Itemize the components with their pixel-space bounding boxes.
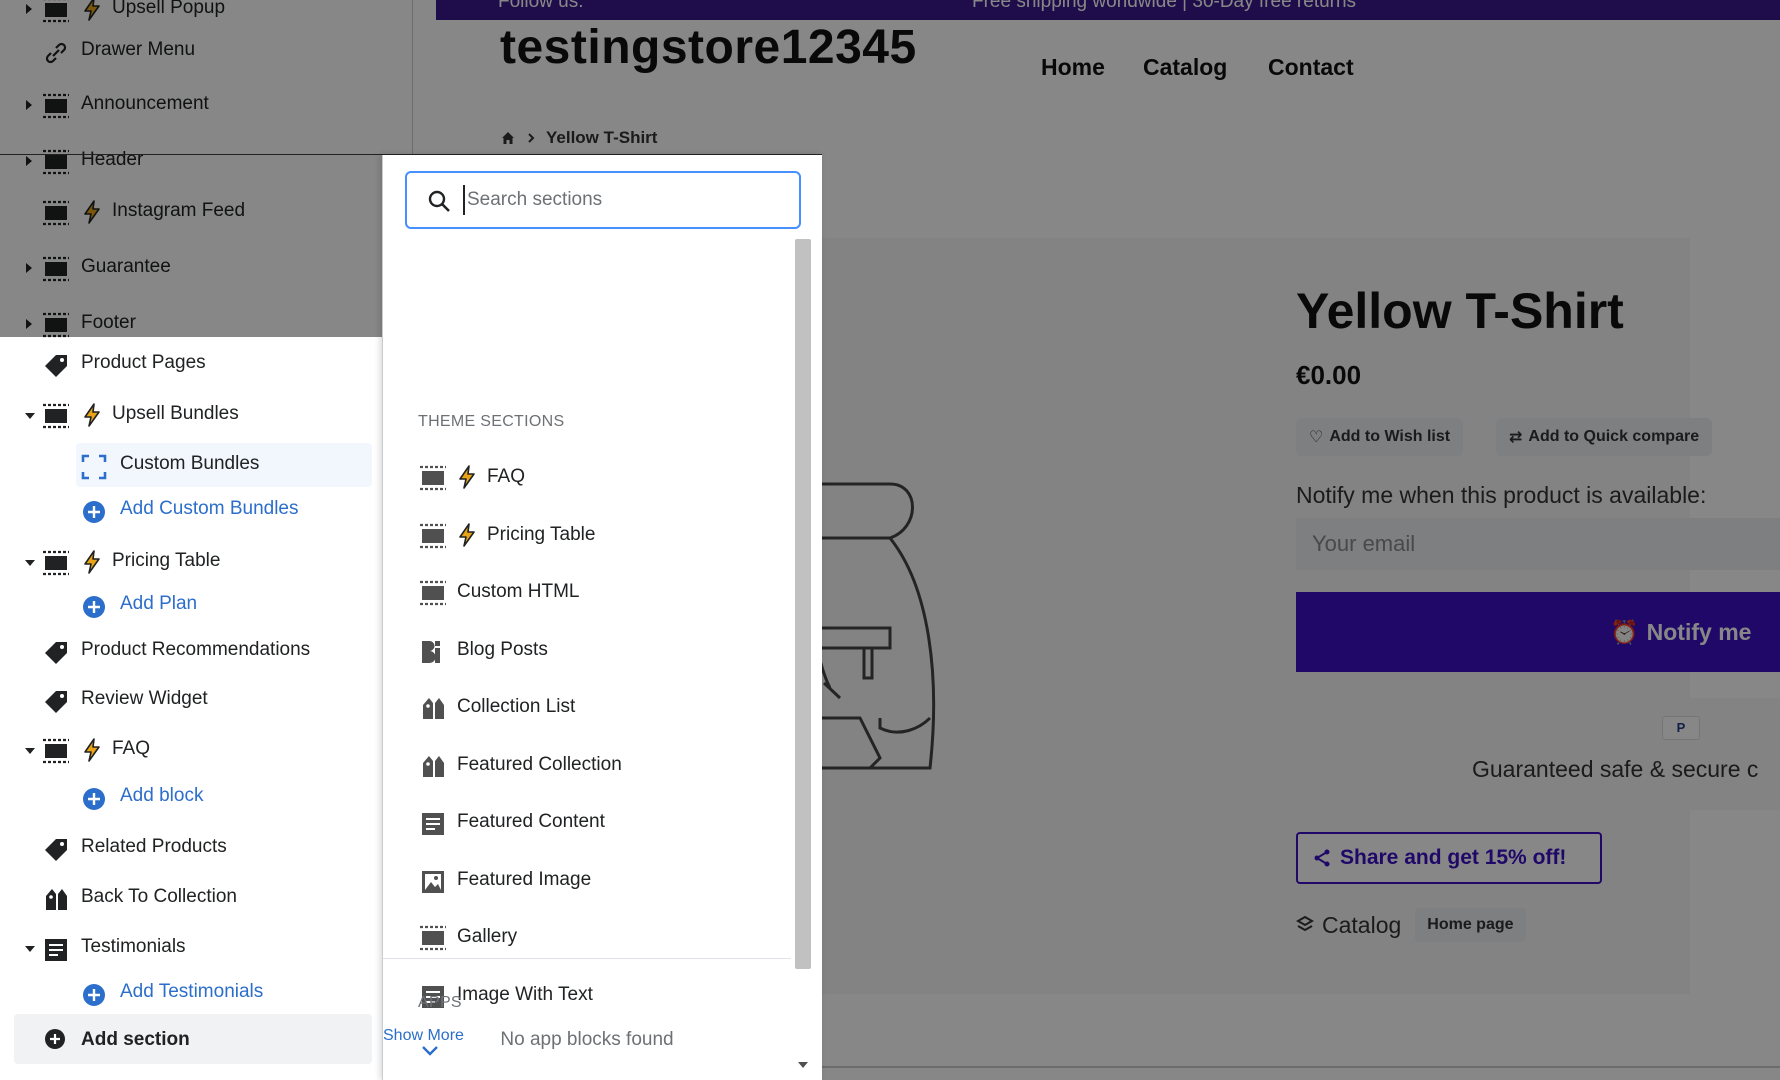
section-list: THEME SECTIONS FAQ Pricing Table Custom HT… — [383, 239, 791, 1080]
modal-backdrop[interactable] — [822, 0, 1780, 1080]
tree-item-label: Product Recommendations — [81, 639, 311, 660]
tree-item[interactable]: Custom Bundles — [0, 440, 380, 490]
section-option[interactable]: Gallery — [383, 912, 791, 962]
tree-item[interactable]: Review Widget — [0, 675, 380, 725]
collection-icon — [42, 886, 70, 910]
collection-icon — [419, 695, 445, 721]
section-icon — [419, 925, 446, 951]
tree-item-label: Testimonials — [81, 936, 186, 957]
caret-down-icon[interactable] — [24, 408, 35, 422]
tree-item[interactable]: Product Recommendations — [0, 626, 380, 676]
text-icon — [419, 810, 445, 836]
add-circle-icon — [80, 593, 108, 618]
apps-header: APPS — [418, 994, 462, 1011]
image-icon — [419, 868, 445, 894]
section-option-label: Gallery — [457, 926, 518, 947]
add-circle-icon — [45, 1029, 65, 1049]
section-option-label: Blog Posts — [457, 639, 548, 660]
bolt-icon — [82, 738, 102, 762]
add-block-link[interactable]: Add Custom Bundles — [0, 485, 380, 535]
modal-backdrop-left[interactable] — [0, 155, 382, 337]
tree-item-label: Add Custom Bundles — [120, 498, 299, 519]
section-option-label: Collection List — [457, 696, 576, 717]
theme-sections-header: THEME SECTIONS — [418, 413, 565, 430]
blog-icon — [419, 638, 445, 664]
scroll-down-arrow-icon[interactable] — [795, 1057, 811, 1073]
section-option[interactable]: Featured Image — [383, 855, 791, 905]
popover-scrollbar[interactable] — [795, 239, 811, 969]
collection-icon — [419, 753, 445, 779]
add-section-label: Add section — [81, 1029, 190, 1050]
section-option-label: Image With Text — [457, 984, 593, 1005]
add-section-popover: THEME SECTIONS FAQ Pricing Table Custom HT… — [382, 155, 822, 1080]
section-option-label: Featured Content — [457, 811, 605, 832]
tree-item[interactable]: Related Products — [0, 823, 380, 873]
tree-item-label: FAQ — [112, 738, 151, 759]
add-section-button[interactable]: Add section — [14, 1014, 372, 1064]
section-icon — [42, 738, 70, 764]
search-icon — [428, 190, 450, 212]
section-option-label: Custom HTML — [457, 581, 580, 602]
section-option[interactable]: FAQ — [383, 452, 791, 502]
section-option[interactable]: Custom HTML — [383, 567, 791, 617]
no-app-blocks-text: No app blocks found — [500, 1029, 674, 1050]
add-block-link[interactable]: Add block — [0, 772, 380, 822]
add-circle-icon — [80, 981, 108, 1006]
tree-item[interactable]: Testimonials — [0, 923, 380, 973]
add-block-link[interactable]: Add Plan — [0, 580, 380, 630]
section-icon — [419, 465, 446, 491]
bolt-icon — [457, 465, 477, 489]
tag-icon — [42, 352, 70, 377]
section-option-label: Featured Image — [457, 869, 592, 890]
block-icon — [80, 453, 108, 480]
tree-item-label: Upsell Bundles — [112, 403, 239, 424]
section-icon — [419, 580, 446, 606]
section-option[interactable]: Pricing Table — [383, 510, 791, 560]
tag-icon — [42, 639, 70, 664]
add-circle-icon — [80, 785, 108, 810]
tag-icon — [42, 688, 70, 713]
tree-item-label: Add Testimonials — [120, 981, 264, 1002]
tree-item-label: Add block — [120, 785, 204, 806]
tag-icon — [42, 836, 70, 861]
caret-down-icon[interactable] — [24, 941, 35, 955]
tree-item-label: Product Pages — [81, 352, 206, 373]
tree-item-label: Back To Collection — [81, 886, 237, 907]
caret-down-icon[interactable] — [24, 555, 35, 569]
tree-item-label: Review Widget — [81, 688, 208, 709]
text-icon — [42, 936, 70, 961]
tree-item[interactable]: Product Pages — [0, 339, 380, 389]
add-block-link[interactable]: Add Testimonials — [0, 968, 380, 1018]
tree-item[interactable]: FAQ — [0, 725, 380, 775]
search-input[interactable] — [463, 185, 783, 215]
caret-down-icon[interactable] — [24, 743, 35, 757]
tree-item-label: Add Plan — [120, 593, 198, 614]
section-option-label: Pricing Table — [487, 524, 596, 545]
section-option-label: Featured Collection — [457, 754, 622, 775]
tree-item-label: Related Products — [81, 836, 227, 857]
add-circle-icon — [80, 498, 108, 523]
section-option[interactable]: Blog Posts — [383, 625, 791, 675]
tree-item-label: Pricing Table — [112, 550, 221, 571]
section-option[interactable]: Collection List — [383, 682, 791, 732]
search-box[interactable] — [405, 171, 801, 229]
bolt-icon — [82, 550, 102, 574]
apps-divider — [383, 958, 791, 959]
section-icon — [419, 523, 446, 549]
theme-editor: Follow us: Free shipping worldwide | 30-… — [0, 0, 1780, 1080]
tree-item-label: Custom Bundles — [120, 453, 260, 474]
section-icon — [42, 403, 70, 429]
tree-item[interactable]: Upsell Bundles — [0, 390, 380, 440]
section-option[interactable]: Featured Content — [383, 797, 791, 847]
bolt-icon — [82, 403, 102, 427]
section-icon — [42, 550, 70, 576]
section-option[interactable]: Featured Collection — [383, 740, 791, 790]
modal-backdrop-top[interactable] — [0, 0, 822, 155]
bolt-icon — [457, 523, 477, 547]
section-option-label: FAQ — [487, 466, 526, 487]
tree-item[interactable]: Back To Collection — [0, 873, 380, 923]
